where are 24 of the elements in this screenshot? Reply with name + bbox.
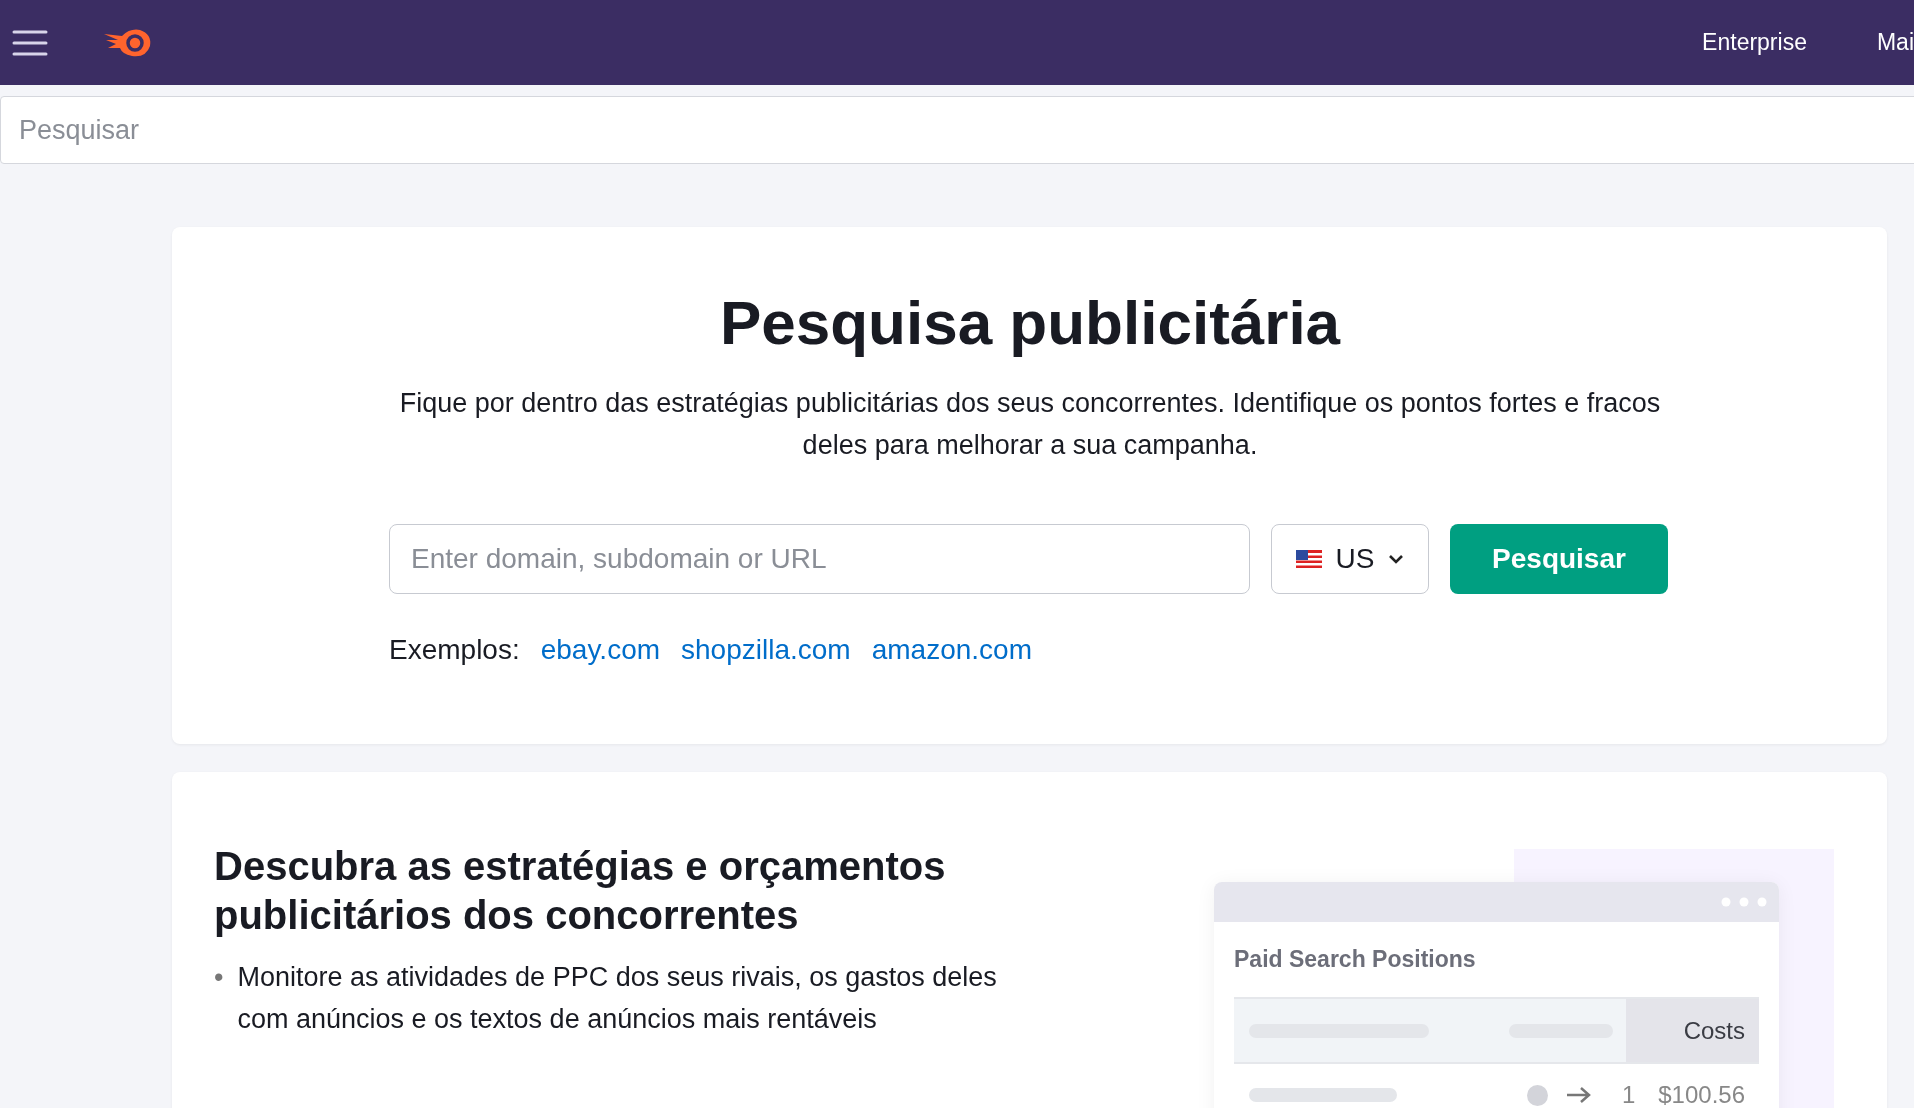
- feature-bullet: Monitore as atividades de PPC dos seus rivais, os gastos deles com anúncios e os textos de anúncios mais rentáveis: [237, 961, 998, 1036]
- example-link[interactable]: shopzilla.com: [681, 634, 851, 666]
- search-field[interactable]: Pesquisar: [0, 96, 1914, 164]
- country-dropdown[interactable]: US: [1271, 524, 1429, 594]
- dots-icon: [1721, 897, 1767, 907]
- table-cell: 1: [1622, 1081, 1636, 1108]
- nav-link[interactable]: Mai: [1876, 29, 1914, 56]
- bullet-marker: •: [214, 961, 224, 994]
- table-cell: $100.56: [1658, 1081, 1745, 1108]
- nav-link[interactable]: Enterprise: [1702, 29, 1807, 56]
- flag-icon: [1295, 550, 1322, 568]
- dot-icon: [1527, 1084, 1548, 1106]
- feature-title: Descubra as estratégias e orçamentos publicitários dos concorrentes: [214, 843, 947, 939]
- example-link[interactable]: ebay.com: [540, 634, 661, 666]
- arrow-right-icon: [1566, 1086, 1592, 1104]
- page-title: Pesquisa publicitária: [718, 287, 1342, 358]
- chevron-down-icon: [1388, 554, 1405, 564]
- example-link[interactable]: amazon.com: [871, 634, 1032, 666]
- domain-input-field[interactable]: Enter domain, subdomain or URL: [389, 524, 1250, 594]
- preview-title: Paid Search Positions: [1234, 946, 1477, 973]
- description: Fique por dentro das estratégias publicitárias dos seus concorrentes. Identifique os pontos fortes e fracos deles para melhorar a sua campanha.: [398, 387, 1662, 462]
- column-header: Costs: [1626, 999, 1759, 1062]
- examples-label: Exemplos:: [389, 634, 520, 666]
- search-button[interactable]: Pesquisar: [1450, 524, 1668, 594]
